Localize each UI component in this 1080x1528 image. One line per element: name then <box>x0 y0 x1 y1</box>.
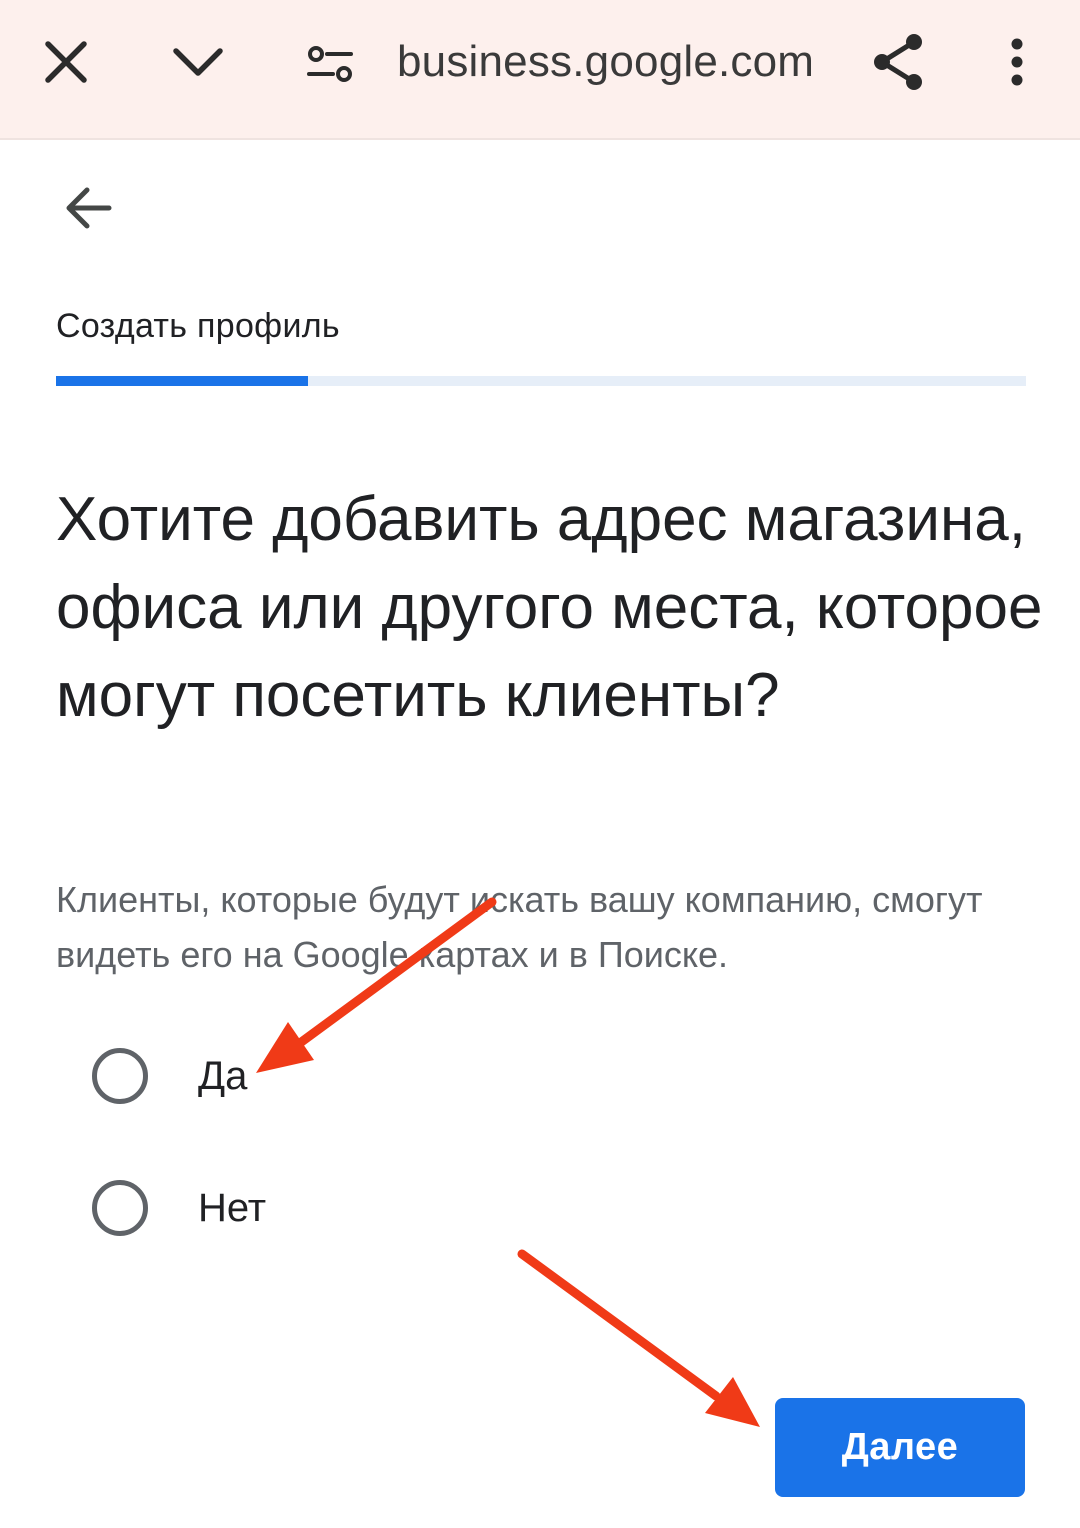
option-no-label[interactable]: Нет <box>198 1186 266 1231</box>
option-yes[interactable]: Да <box>92 1046 247 1106</box>
question-heading: Хотите добавить адрес магазина, офиса ил… <box>56 485 1043 730</box>
tune-icon[interactable] <box>300 34 360 94</box>
annotation-arrow-to-next <box>517 1249 760 1427</box>
share-icon[interactable] <box>866 30 930 94</box>
more-vert-icon[interactable] <box>992 30 1042 94</box>
progress-bar-fill <box>56 376 309 386</box>
back-arrow-icon[interactable] <box>56 176 120 240</box>
option-yes-label[interactable]: Да <box>198 1054 247 1099</box>
step-title: Создать профиль <box>56 307 340 345</box>
next-button[interactable]: Далее <box>775 1398 1025 1497</box>
option-no[interactable]: Нет <box>92 1178 266 1238</box>
radio-button-yes[interactable] <box>92 1048 148 1104</box>
question-hint: Клиенты, которые будут искать вашу компа… <box>56 879 983 975</box>
progress-bar <box>56 376 1026 386</box>
address-bar-url[interactable]: business.google.com <box>397 36 814 88</box>
browser-toolbar: business.google.com <box>0 0 1080 140</box>
radio-button-no[interactable] <box>92 1180 148 1236</box>
chevron-down-icon[interactable] <box>166 32 230 92</box>
close-icon[interactable] <box>36 32 96 92</box>
annotation-arrows <box>256 897 760 1427</box>
